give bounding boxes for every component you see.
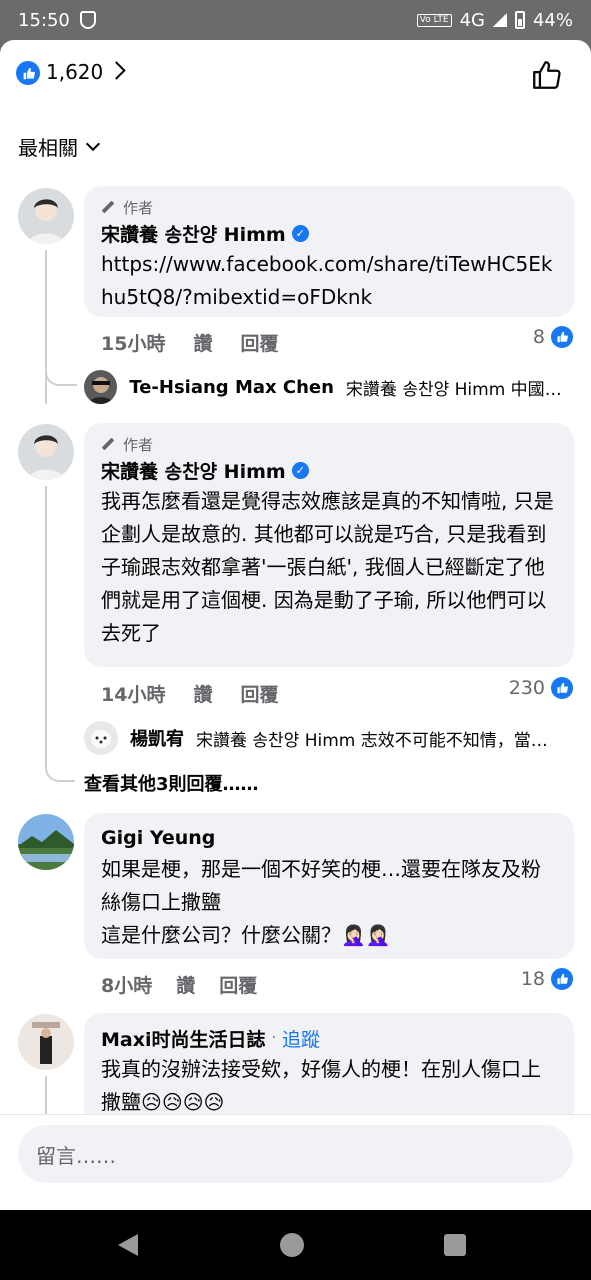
commenter-name[interactable]: 宋讚養 송찬양 Himm ✓ — [101, 455, 558, 485]
comment-actions: 14小時 讚 回覆 — [101, 680, 278, 707]
sort-dropdown[interactable]: 最相關 — [18, 132, 101, 161]
like-reaction-icon — [16, 61, 40, 85]
like-reaction-icon — [551, 968, 573, 990]
comment-bubble[interactable]: Maxi时尚生活日誌 · 追蹤 我真的沒辦法接受欸，好傷人的梗！在別人傷口上撒鹽… — [84, 1013, 574, 1127]
comment-text[interactable]: 這是什麼公司？什麼公關？🤦🏻‍♀️🤦🏻‍♀️ — [101, 919, 558, 952]
like-button[interactable]: 讚 — [193, 680, 212, 707]
like-button[interactable]: 讚 — [176, 971, 195, 998]
author-tag-label: 作者 — [123, 198, 154, 217]
view-more-replies[interactable]: 查看其他3則回覆…… — [84, 770, 259, 796]
reply-author[interactable]: Te-Hsiang Max Chen — [129, 377, 334, 398]
comment-bubble[interactable]: 作者 宋讚養 송찬양 Himm ✓ 我再怎麼看還是覺得志效應該是真的不知情啦, … — [84, 423, 574, 667]
pen-icon — [101, 437, 115, 451]
chevron-down-icon — [85, 136, 101, 151]
comment-time[interactable]: 15小時 — [101, 329, 165, 356]
comment-input[interactable]: 留言…… — [18, 1125, 573, 1183]
comment-text[interactable]: 如果是梗，那是一個不好笑的梗…還要在隊友及粉絲傷口上撒鹽 — [101, 853, 558, 919]
network-type: 4G — [459, 9, 485, 31]
reply-connector — [45, 368, 77, 386]
signal-icon — [492, 13, 507, 27]
reply-button[interactable]: 回覆 — [219, 971, 257, 998]
commenter-name-text: 宋讚養 송찬양 Himm — [101, 460, 286, 483]
comment-composer: 留言…… — [0, 1114, 591, 1210]
back-icon[interactable] — [118, 1234, 138, 1256]
reaction-summary[interactable]: 230 — [509, 677, 573, 699]
avatar[interactable] — [84, 370, 118, 404]
comment-bubble[interactable]: 作者 宋讚養 송찬양 Himm ✓ https://www.facebook.c… — [84, 186, 574, 317]
avatar[interactable] — [18, 188, 74, 244]
reaction-count: 18 — [520, 968, 545, 990]
avatar[interactable] — [18, 424, 74, 480]
commenter-name[interactable]: Maxi时尚生活日誌 · 追蹤 — [101, 1023, 558, 1053]
thread-line — [45, 486, 47, 754]
pen-icon — [101, 200, 115, 214]
home-icon[interactable] — [280, 1233, 304, 1257]
comment-time[interactable]: 8小時 — [101, 971, 152, 998]
volte-icon: Vo LTE — [416, 13, 452, 27]
status-right: Vo LTE 4G 44% — [416, 9, 573, 31]
reply-connector — [45, 754, 75, 782]
comment-text[interactable]: 我真的沒辦法接受欸，好傷人的梗！在別人傷口上撒鹽😥😥😥😥 — [101, 1053, 558, 1119]
verified-badge-icon: ✓ — [291, 224, 309, 242]
commenter-name-text: 宋讚養 송찬양 Himm — [101, 223, 286, 246]
like-button[interactable]: 讚 — [193, 329, 212, 356]
comment-actions: 8小時 讚 回覆 — [101, 971, 257, 998]
reply-text: 宋讚養 송찬양 Himm 中國只… — [345, 379, 574, 400]
commenter-name[interactable]: Gigi Yeung — [101, 823, 558, 853]
chevron-right-icon[interactable] — [107, 61, 126, 80]
reactions-header: 1,620 — [0, 40, 591, 110]
reply-button[interactable]: 回覆 — [240, 329, 278, 356]
author-tag: 作者 — [101, 433, 558, 455]
reply-author[interactable]: 楊凱宥 — [130, 725, 184, 751]
separator-dot: · — [271, 1030, 276, 1046]
battery-icon — [514, 11, 525, 29]
thread-line — [45, 250, 47, 404]
avatar[interactable] — [18, 814, 74, 870]
avatar[interactable] — [18, 1014, 74, 1070]
comment-bubble[interactable]: Gigi Yeung 如果是梗，那是一個不好笑的梗…還要在隊友及粉絲傷口上撒鹽 … — [84, 813, 574, 959]
like-reaction-icon — [551, 677, 573, 699]
reply-preview[interactable]: 楊凱宥 宋讚養 송찬양 Himm 志效不可能不知情，當… — [84, 721, 574, 755]
like-count[interactable]: 1,620 — [46, 60, 103, 84]
reply-button[interactable]: 回覆 — [240, 680, 278, 707]
author-tag-label: 作者 — [123, 435, 154, 454]
avatar[interactable] — [84, 721, 118, 755]
author-tag: 作者 — [101, 196, 558, 218]
reaction-summary[interactable]: 18 — [521, 968, 573, 990]
commenter-name-text: Maxi时尚生活日誌 — [101, 1028, 266, 1051]
comment-text[interactable]: 我再怎麼看還是覺得志效應該是真的不知情啦, 只是企劃人是故意的. 其他都可以說是… — [101, 485, 558, 650]
commenter-name[interactable]: 宋讚養 송찬양 Himm ✓ — [101, 218, 558, 248]
comment-time[interactable]: 14小時 — [101, 680, 165, 707]
thumbs-up-icon[interactable] — [530, 58, 564, 92]
recents-icon[interactable] — [444, 1234, 466, 1256]
reply-preview[interactable]: Te-Hsiang Max Chen 宋讚養 송찬양 Himm 中國只… — [84, 370, 574, 404]
reaction-summary[interactable]: 8 — [533, 326, 573, 348]
like-reaction-icon — [551, 326, 573, 348]
reaction-count: 230 — [508, 677, 545, 699]
comments-sheet: 1,620 最相關 作者 宋讚養 송찬양 Himm ✓ https://www.… — [0, 40, 591, 1210]
commenter-name-text: Gigi Yeung — [101, 827, 216, 849]
comment-text[interactable]: https://www.facebook.com/share/tiTewHC5E… — [101, 248, 558, 314]
system-navigation-bar — [0, 1210, 591, 1280]
sort-label: 最相關 — [18, 136, 78, 160]
follow-button[interactable]: 追蹤 — [282, 1025, 320, 1052]
comment-actions: 15小時 讚 回覆 — [101, 329, 278, 356]
shield-icon — [79, 11, 96, 29]
battery-level: 44% — [532, 9, 573, 31]
reply-text: 宋讚養 송찬양 Himm 志效不可能不知情，當… — [196, 730, 548, 751]
status-time: 15:50 — [18, 9, 70, 31]
status-bar: 15:50 Vo LTE 4G 44% — [0, 0, 591, 40]
reaction-count: 8 — [532, 326, 545, 348]
verified-badge-icon: ✓ — [291, 461, 309, 479]
